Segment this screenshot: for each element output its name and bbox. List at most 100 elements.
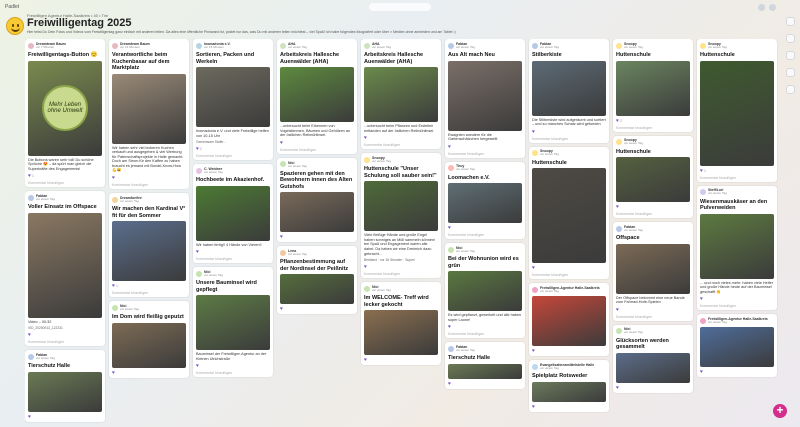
- post-card[interactable]: Fabian vor einem Tag Voller Einsatz im Off…: [25, 191, 105, 347]
- heart-icon[interactable]: ♥: [448, 324, 451, 330]
- search-input[interactable]: [369, 3, 431, 11]
- comment-field[interactable]: Kommentar hinzufügen: [448, 233, 522, 237]
- post-card[interactable]: Thuy vor einem Tag Loomachen e.V. ♥ Kommenta…: [445, 161, 525, 240]
- comment-field[interactable]: Kommentar hinzufügen: [112, 291, 186, 295]
- post-image[interactable]: [448, 271, 522, 312]
- brand-name[interactable]: Padlet: [5, 4, 19, 10]
- post-card[interactable]: Snoopy vor einem Tag Huttenschule "Unser S…: [361, 153, 441, 279]
- post-image[interactable]: [448, 183, 522, 224]
- heart-icon[interactable]: ♥: [616, 204, 619, 210]
- post-card[interactable]: Nici vor einem Tag Glücksorten werden gesa…: [613, 324, 693, 393]
- heart-icon[interactable]: ♥: [28, 173, 31, 179]
- heart-icon[interactable]: ♥: [28, 332, 31, 338]
- heart-icon[interactable]: ♥: [532, 404, 535, 410]
- heart-icon[interactable]: ♥: [28, 414, 31, 420]
- post-image[interactable]: [532, 168, 606, 264]
- heart-icon[interactable]: ♥: [616, 307, 619, 313]
- comment-field[interactable]: Kommentar hinzufügen: [616, 126, 690, 130]
- comment-field[interactable]: Kommentar hinzufügen: [112, 183, 186, 187]
- heart-icon[interactable]: ♥: [364, 264, 367, 270]
- add-post-button[interactable]: +: [773, 404, 787, 418]
- post-card[interactable]: Fabian vor einem Tag Stilberkiste Die Stilb…: [529, 39, 609, 143]
- settings-icon[interactable]: [786, 34, 795, 43]
- post-image[interactable]: [280, 274, 354, 305]
- heart-icon[interactable]: ♥: [112, 283, 115, 289]
- post-card[interactable]: Fabian vor einem Tag Tierschutz Halle ♥: [25, 350, 105, 422]
- heart-icon[interactable]: ♥: [196, 249, 199, 255]
- heart-icon[interactable]: ♥: [700, 168, 703, 174]
- comment-field[interactable]: Kommentar hinzufügen: [28, 181, 102, 185]
- heart-icon[interactable]: ♥: [364, 135, 367, 141]
- post-card[interactable]: AHA vor einem Tag Arbeitskreis Hallesche A…: [361, 39, 441, 150]
- post-card[interactable]: Inomadonia e.V. vor 15 Minuten Sortieren, …: [193, 39, 273, 161]
- menu-icon[interactable]: [769, 4, 776, 11]
- heart-icon[interactable]: ♥: [112, 370, 115, 376]
- post-card[interactable]: Lena vor einem Tag Pflanzenbestimmung auf …: [277, 246, 357, 315]
- heart-icon[interactable]: ♥: [700, 369, 703, 375]
- comment-field[interactable]: Kommentar hinzufügen: [616, 212, 690, 216]
- heart-icon[interactable]: ♥: [196, 146, 199, 152]
- post-card[interactable]: Snoopy vor einem Tag Huttenschule ♥ 2 Komment…: [613, 39, 693, 132]
- post-image[interactable]: [28, 212, 102, 318]
- comment-field[interactable]: Kommentar hinzufügen: [196, 371, 270, 375]
- post-card[interactable]: Freiwilligen-Agentur Halle-Saalkreis vor …: [529, 283, 609, 357]
- heart-icon[interactable]: ♥: [196, 363, 199, 369]
- post-card[interactable]: Dreamfunfire vor einem Tag Wir machen den …: [109, 193, 189, 298]
- post-image[interactable]: [532, 296, 606, 347]
- post-image[interactable]: [112, 221, 186, 282]
- post-image[interactable]: [280, 192, 354, 233]
- heart-icon[interactable]: ♥: [280, 234, 283, 240]
- post-card[interactable]: Snoopy vor einem Tag Huttenschule ♥ 1 Komment…: [697, 39, 777, 182]
- post-image[interactable]: [700, 327, 774, 368]
- heart-icon[interactable]: ♥: [532, 348, 535, 354]
- comment-field[interactable]: Kommentar hinzufügen: [196, 257, 270, 261]
- comment-field[interactable]: Kommentar hinzufügen: [364, 272, 438, 276]
- post-card[interactable]: AHA vor einem Tag Arbeitskreis Hallesche A…: [277, 39, 357, 154]
- post-image[interactable]: [28, 371, 102, 412]
- post-card[interactable]: Nici vor einem Tag Unsere Bauminsel wird g…: [193, 267, 273, 378]
- heart-icon[interactable]: ♥: [448, 381, 451, 387]
- comment-field[interactable]: Kommentar hinzufügen: [532, 137, 606, 141]
- post-image[interactable]: [616, 352, 690, 383]
- comment-field[interactable]: Kommentar hinzufügen: [448, 332, 522, 336]
- heart-icon[interactable]: ♥: [364, 357, 367, 363]
- comment-field[interactable]: Kommentar hinzufügen: [448, 152, 522, 156]
- post-card[interactable]: Nici vor einem Tag Im Dom wird fleißig gep…: [109, 301, 189, 378]
- heart-icon[interactable]: ♥: [448, 225, 451, 231]
- heart-icon[interactable]: ♥: [448, 144, 451, 150]
- post-image[interactable]: [448, 363, 522, 379]
- post-card[interactable]: Nici vor einem Tag Im WELCOME- Treff wird …: [361, 282, 441, 366]
- post-image[interactable]: [280, 67, 354, 122]
- post-image[interactable]: [112, 322, 186, 368]
- post-image[interactable]: [532, 381, 606, 402]
- post-image[interactable]: [616, 157, 690, 202]
- heart-icon[interactable]: ♥: [616, 118, 619, 124]
- comment-field[interactable]: Kommentar hinzufügen: [28, 340, 102, 344]
- post-image[interactable]: [196, 67, 270, 127]
- comment-field[interactable]: Kommentar hinzufügen: [532, 273, 606, 277]
- post-card[interactable]: Fabian vor einem Tag Tierschutz Halle ♥: [445, 342, 525, 389]
- post-card[interactable]: Fabian vor einem Tag Aus Alt mach Neu Ewagn…: [445, 39, 525, 158]
- remake-icon[interactable]: [786, 51, 795, 60]
- post-card[interactable]: Dreamteam Baum vor 12 Minuten Verantwortli…: [109, 39, 189, 190]
- heart-icon[interactable]: ♥: [532, 129, 535, 135]
- post-card[interactable]: Nici vor einem Tag Bei der Wohnunion wird …: [445, 243, 525, 339]
- heart-icon[interactable]: ♥: [112, 175, 115, 181]
- heart-icon[interactable]: ♥: [532, 265, 535, 271]
- post-card[interactable]: Fabian vor einem Tag Offspace Der Offspace …: [613, 222, 693, 321]
- post-card[interactable]: Nici vor einem Tag Spazieren gehen mit den…: [277, 157, 357, 243]
- post-image[interactable]: [700, 60, 774, 166]
- post-image[interactable]: [532, 60, 606, 116]
- comment-field[interactable]: Kommentar hinzufügen: [364, 143, 438, 147]
- post-image[interactable]: [364, 181, 438, 232]
- post-card[interactable]: C. Weidner vor einem Tag Hochbeete im Akaz…: [193, 164, 273, 264]
- post-image[interactable]: [700, 213, 774, 279]
- post-image[interactable]: [196, 185, 270, 241]
- post-card[interactable]: Evangelisationsmittelstelle Halle vor ein…: [529, 360, 609, 412]
- post-card[interactable]: Dreamteam Baum vor 7 Minuten Freiwilligent…: [25, 39, 105, 188]
- post-card[interactable]: Steff/Lori vor einem Tag Wiesenmauskäser a…: [697, 185, 777, 311]
- post-card[interactable]: Freiwilligen-Agentur Halle-Saalkreis vor …: [697, 314, 777, 378]
- comment-field[interactable]: Kommentar hinzufügen: [700, 176, 774, 180]
- post-image[interactable]: [364, 310, 438, 356]
- share-icon[interactable]: [786, 17, 795, 26]
